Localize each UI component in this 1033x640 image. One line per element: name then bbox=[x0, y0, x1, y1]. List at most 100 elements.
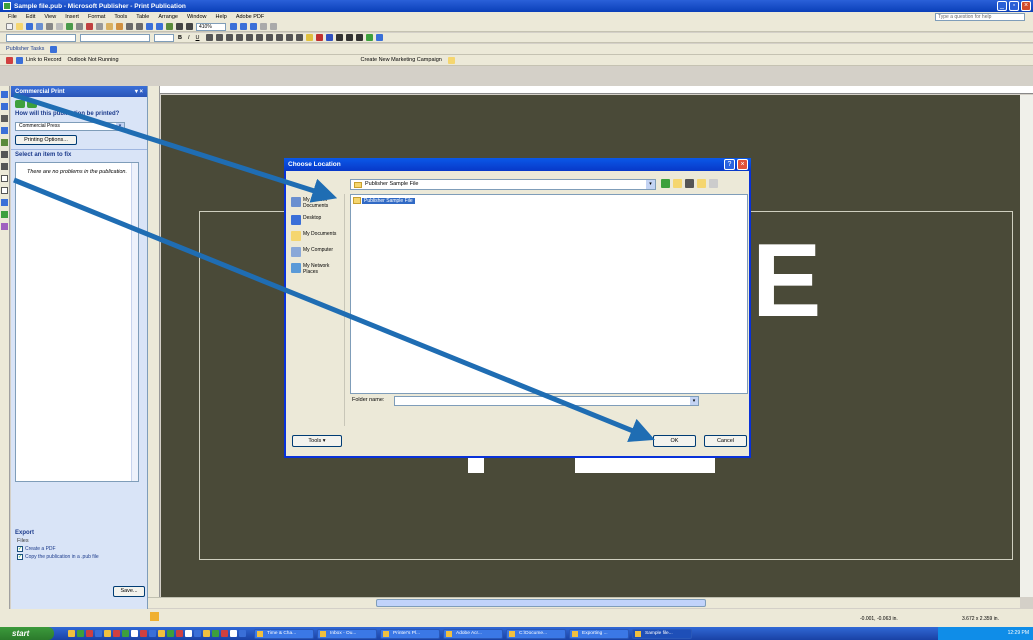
folder-item[interactable]: Publisher Sample File bbox=[353, 197, 415, 204]
horizontal-scroll-thumb[interactable] bbox=[376, 599, 706, 607]
new-icon[interactable] bbox=[6, 23, 13, 30]
undo-icon[interactable] bbox=[126, 23, 133, 30]
quick-launch-icon[interactable] bbox=[167, 630, 174, 637]
place-my-documents[interactable]: My Documents bbox=[289, 228, 344, 244]
look-in-select[interactable]: Publisher Sample File ▾ bbox=[350, 179, 656, 190]
table-tool-icon[interactable] bbox=[1, 115, 8, 122]
horizontal-scrollbar[interactable] bbox=[148, 597, 1020, 608]
taskbar-task[interactable]: Inbox - Ou... bbox=[317, 628, 377, 639]
shadow-style-icon[interactable] bbox=[365, 34, 373, 41]
business-contact-icon[interactable] bbox=[6, 56, 13, 64]
align-center-icon[interactable] bbox=[215, 34, 223, 41]
task-pane-close-icon[interactable]: ▾ × bbox=[135, 88, 143, 95]
place-my-network-places[interactable]: My Network Places bbox=[289, 260, 344, 278]
rectangle-tool-icon[interactable] bbox=[1, 187, 8, 194]
menu-arrange[interactable]: Arrange bbox=[158, 14, 178, 20]
quick-launch-icon[interactable] bbox=[77, 630, 84, 637]
restore-button[interactable]: ▫ bbox=[1009, 1, 1019, 11]
save-button[interactable]: Save... bbox=[113, 586, 145, 597]
select-tool-icon[interactable] bbox=[1, 91, 8, 98]
paste-icon[interactable] bbox=[106, 23, 113, 30]
increase-indent-icon[interactable] bbox=[275, 34, 283, 41]
hotspot-tool-icon[interactable] bbox=[1, 223, 8, 230]
place-my-computer[interactable]: My Computer bbox=[289, 244, 344, 260]
font-size-select[interactable] bbox=[154, 33, 174, 42]
minimize-button[interactable]: _ bbox=[997, 1, 1007, 11]
line-tool-icon[interactable] bbox=[1, 151, 8, 158]
menu-table[interactable]: Table bbox=[136, 14, 149, 20]
quick-launch-icon[interactable] bbox=[86, 630, 93, 637]
folder-name-input[interactable]: ▾ bbox=[394, 396, 699, 406]
quick-launch-icon[interactable] bbox=[68, 630, 75, 637]
format-painter-icon[interactable] bbox=[116, 23, 123, 30]
menu-insert[interactable]: Insert bbox=[65, 14, 79, 20]
text-style-icon[interactable] bbox=[50, 45, 58, 53]
print-method-select[interactable]: Commercial Press ▾ bbox=[15, 122, 125, 131]
up-folder-icon[interactable] bbox=[673, 179, 682, 188]
style-select[interactable] bbox=[6, 33, 76, 42]
quick-launch-icon[interactable] bbox=[221, 630, 228, 637]
close-window-button[interactable]: × bbox=[1021, 1, 1031, 11]
bring-to-front-icon[interactable] bbox=[146, 23, 153, 30]
3d-style-icon[interactable] bbox=[375, 34, 383, 41]
taskbar-task[interactable]: Exporting ... bbox=[569, 628, 629, 639]
link-to-record-button[interactable]: Link to Record bbox=[26, 57, 61, 63]
dialog-close-button[interactable]: × bbox=[737, 159, 748, 170]
back-arrow-icon[interactable] bbox=[15, 100, 25, 108]
quick-launch-icon[interactable] bbox=[158, 630, 165, 637]
create-campaign-button[interactable]: Create New Marketing Campaign bbox=[361, 57, 442, 63]
quick-launch-icon[interactable] bbox=[122, 630, 129, 637]
insert-picture-icon[interactable] bbox=[166, 23, 173, 30]
save-icon[interactable] bbox=[26, 23, 33, 30]
problems-list-scrollbar[interactable] bbox=[131, 163, 138, 481]
menu-window[interactable]: Window bbox=[187, 14, 207, 20]
fill-color-icon[interactable] bbox=[305, 34, 313, 41]
forward-arrow-icon[interactable] bbox=[27, 100, 37, 108]
quick-launch-icon[interactable] bbox=[203, 630, 210, 637]
quick-launch-icon[interactable] bbox=[176, 630, 183, 637]
toolbar-options-icon[interactable] bbox=[270, 23, 277, 30]
open-icon[interactable] bbox=[16, 23, 23, 30]
copy-pub-checkbox[interactable]: ✓ Copy the publication in a .pub file bbox=[11, 553, 148, 561]
menu-view[interactable]: View bbox=[44, 14, 56, 20]
numbering-icon[interactable] bbox=[245, 34, 253, 41]
columns-icon[interactable] bbox=[176, 23, 183, 30]
quick-launch-icon[interactable] bbox=[194, 630, 201, 637]
font-select[interactable] bbox=[80, 33, 150, 42]
chevron-down-icon[interactable]: ▾ bbox=[116, 123, 124, 130]
campaign-icon[interactable] bbox=[447, 56, 455, 64]
quick-launch-icon[interactable] bbox=[239, 630, 246, 637]
dialog-help-button[interactable]: ? bbox=[724, 159, 735, 170]
zoom-out-icon[interactable] bbox=[230, 23, 237, 30]
back-icon[interactable] bbox=[661, 179, 670, 188]
menu-file[interactable]: File bbox=[8, 14, 17, 20]
cancel-button[interactable]: Cancel bbox=[704, 435, 747, 447]
decrease-indent-icon[interactable] bbox=[265, 34, 273, 41]
bold-icon[interactable]: B bbox=[178, 35, 182, 41]
place-my-recent-documents[interactable]: My Recent Documents bbox=[289, 194, 344, 212]
quick-launch-icon[interactable] bbox=[104, 630, 111, 637]
publication-text-letter[interactable]: E bbox=[752, 229, 821, 333]
taskbar-task[interactable]: Printer's Pl... bbox=[380, 628, 440, 639]
quick-launch-icon[interactable] bbox=[131, 630, 138, 637]
checkbox-checked-icon[interactable]: ✓ bbox=[17, 554, 23, 560]
permission-icon[interactable] bbox=[36, 23, 43, 30]
publisher-tasks-button[interactable]: Publisher Tasks bbox=[6, 46, 44, 52]
menu-edit[interactable]: Edit bbox=[26, 14, 35, 20]
views-icon[interactable] bbox=[709, 179, 718, 188]
show-special-characters-icon[interactable] bbox=[186, 23, 193, 30]
page-navigator-icon[interactable] bbox=[150, 612, 159, 621]
italic-icon[interactable]: I bbox=[188, 35, 190, 41]
task-pane-title[interactable]: Commercial Print bbox=[15, 89, 65, 95]
autoshapes-tool-icon[interactable] bbox=[1, 199, 8, 206]
send-to-back-icon[interactable] bbox=[156, 23, 163, 30]
line-style-icon[interactable] bbox=[335, 34, 343, 41]
chevron-down-icon[interactable]: ▾ bbox=[690, 397, 698, 405]
text-box-tool-icon[interactable] bbox=[1, 103, 8, 110]
tools-button[interactable]: Tools ▾ bbox=[292, 435, 342, 447]
place-desktop[interactable]: Desktop bbox=[289, 212, 344, 228]
menu-help[interactable]: Help bbox=[216, 14, 227, 20]
wordart-tool-icon[interactable] bbox=[1, 127, 8, 134]
vertical-ruler[interactable] bbox=[148, 86, 160, 598]
taskbar-task[interactable]: C:\Docume... bbox=[506, 628, 566, 639]
